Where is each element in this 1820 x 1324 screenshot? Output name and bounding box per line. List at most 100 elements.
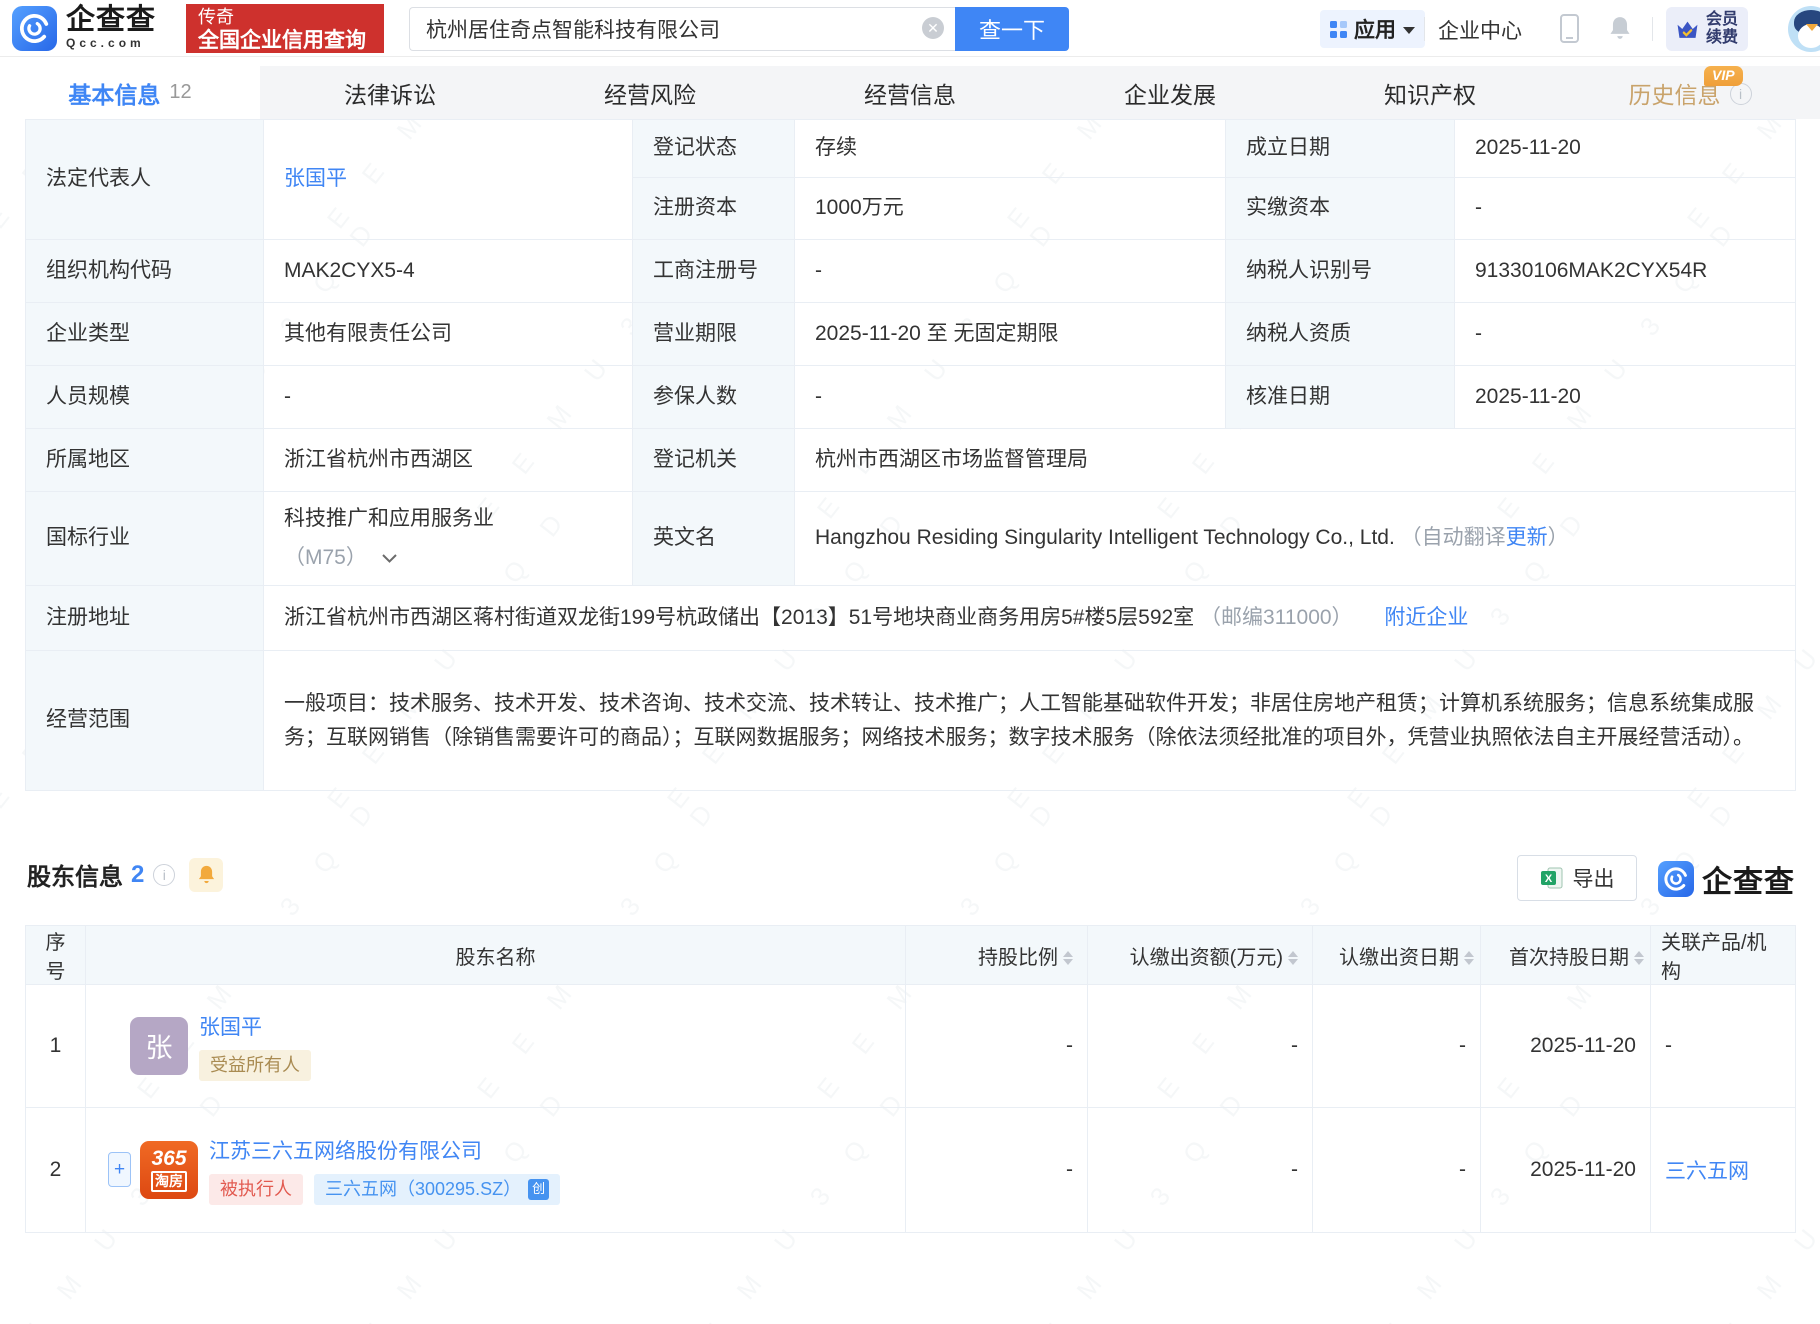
label-authority: 登记机关 [632,428,795,492]
auto-translate-note-close: ） [1547,526,1569,550]
value-company-type: 其他有限责任公司 [263,302,633,366]
tab-intellectual-property[interactable]: 知识产权 [1300,66,1560,119]
value-taxpayer-quality: - [1454,302,1796,366]
expand-industry-icon[interactable] [381,542,398,575]
value-insured: - [794,365,1226,429]
logo-line2: 淘房 [151,1171,187,1192]
shareholder-avatar: 张 [130,1016,188,1075]
label-reg-capital: 注册资本 [632,177,795,240]
divider [1424,17,1425,41]
value-paid-capital: - [1454,177,1796,240]
label-org-code: 组织机构代码 [25,239,264,303]
value-reg-status: 存续 [794,119,1226,178]
shareholder-name-link[interactable]: 江苏三六五网络股份有限公司 [209,1135,560,1165]
stock-tag-label: 三六五网（300295.SZ） [325,1178,522,1199]
top-bar: 企查查 Qcc.com 传奇 全国企业信用查询 ✕ 查一下 应用 企业中心 [0,0,1820,57]
apps-label: 应用 [1354,19,1396,42]
value-established: 2025-11-20 [1454,119,1796,178]
first-hold-date-cell: 2025-11-20 [1480,1107,1651,1233]
apps-menu[interactable]: 应用 [1320,10,1425,48]
enterprise-center-link[interactable]: 企业中心 [1438,15,1522,45]
tab-label: 经营信息 [864,81,956,108]
label-company-type: 企业类型 [25,302,264,366]
value-reg-address: 浙江省杭州市西湖区蒋村街道双龙街199号杭政储出【2013】51号地块商业商务用… [263,585,1796,651]
tab-label: 经营风险 [604,81,696,108]
label-staff-size: 人员规模 [25,365,264,429]
brand-domain: Qcc.com [66,36,145,51]
svg-text:X: X [1544,873,1552,885]
excel-icon: X [1540,867,1562,889]
tab-legal[interactable]: 法律诉讼 [260,66,520,119]
shareholders-count: 2 [131,860,145,888]
tab-label: 企业发展 [1124,81,1216,108]
tab-history-info[interactable]: 历史信息 i VIP [1560,66,1820,119]
qcc-logo-icon[interactable] [12,6,57,51]
nearby-companies-link[interactable]: 附近企业 [1384,606,1468,629]
label-legal-rep: 法定代表人 [25,119,264,240]
english-name: Hangzhou Residing Singularity Intelligen… [815,526,1395,550]
qcc-logo-icon [1658,861,1694,897]
info-icon[interactable]: i [1729,82,1752,105]
label-established: 成立日期 [1225,119,1455,178]
tab-operating-risk[interactable]: 经营风险 [520,66,780,119]
label-region: 所属地区 [25,428,264,492]
info-icon[interactable]: i [153,863,176,886]
sort-icon [1288,951,1298,966]
export-label: 导出 [1572,868,1615,891]
grid-icon [1330,20,1347,38]
monitor-bell-icon[interactable] [189,857,224,892]
industry-name: 科技推广和应用服务业 [284,506,494,530]
qcc-logo-text[interactable]: 企查查 Qcc.com [66,5,156,51]
qcc-company-page: E E M U 3 Q DE E M U 3 Q DE E M U 3 Q DE… [0,0,1820,1324]
vip-badge: VIP [1704,66,1743,86]
expand-row-button[interactable]: + [108,1152,131,1188]
tab-label: 法律诉讼 [344,81,436,108]
qcc-watermark-logo: 企查查 [1658,857,1795,901]
stock-tag[interactable]: 三六五网（300295.SZ） 创 [314,1173,561,1206]
postal-code: （邮编311000） [1200,605,1353,629]
label-taxpayer-id: 纳税人识别号 [1225,239,1455,303]
col-first-sort[interactable]: 首次持股日期 [1480,925,1651,985]
sort-icon [1464,951,1474,966]
col-ratio-sort[interactable]: 持股比例 [905,925,1088,985]
member-label-line2: 续费 [1706,29,1739,46]
notification-bell-icon[interactable] [1608,15,1632,46]
related-product-link[interactable]: 三六五网 [1665,1160,1749,1183]
mobile-app-icon[interactable] [1560,14,1579,43]
member-renew-button[interactable]: 会员 续费 [1666,7,1749,51]
search-input[interactable] [409,7,955,51]
tab-operating-info[interactable]: 经营信息 [780,66,1040,119]
beneficial-owner-tag: 受益所有人 [199,1049,311,1082]
shareholder-name-link[interactable]: 张国平 [199,1011,311,1041]
col-amount-sort[interactable]: 认缴出资额(万元) [1087,925,1313,985]
tab-development[interactable]: 企业发展 [1040,66,1300,119]
user-avatar[interactable] [1788,6,1820,52]
shareholder-row-2: 2 + 365 淘房 江苏三六五网络股份有限公司 被执行人 三六五网（30029… [25,1107,1796,1233]
search-button[interactable]: 查一下 [955,7,1069,51]
col-index: 序号 [25,925,86,985]
row-index: 1 [25,984,86,1108]
export-button[interactable]: X 导出 [1517,855,1637,901]
tab-basic-info[interactable]: 基本信息 12 [0,66,260,119]
value-industry: 科技推广和应用服务业 （M75） [263,491,633,586]
value-taxpayer-id: 91330106MAK2CYX54R [1454,239,1796,303]
col-date-sort[interactable]: 认缴出资日期 [1312,925,1481,985]
row-index: 2 [25,1107,86,1233]
value-staff-size: - [263,365,633,429]
tab-count: 12 [169,81,192,103]
crown-icon [1677,21,1698,38]
company-logo-365: 365 淘房 [140,1140,198,1199]
label-approval-date: 核准日期 [1225,365,1455,429]
logo-line1: 365 [151,1147,187,1171]
value-english-name: Hangzhou Residing Singularity Intelligen… [794,491,1796,586]
clear-search-icon[interactable]: ✕ [922,17,944,39]
value-biz-reg-no: - [794,239,1226,303]
update-translation-link[interactable]: 更新 [1506,526,1548,549]
basic-info-table: 法定代表人 张国平 登记状态 存续 成立日期 2025-11-20 注册资本 1… [25,119,1796,791]
value-org-code: MAK2CYX5-4 [263,239,633,303]
label-taxpayer-quality: 纳税人资质 [1225,302,1455,366]
label-paid-capital: 实缴资本 [1225,177,1455,240]
legal-rep-link[interactable]: 张国平 [284,167,347,190]
industry-code: （M75） [284,545,367,569]
slogan-line1: 传奇 [198,7,234,27]
